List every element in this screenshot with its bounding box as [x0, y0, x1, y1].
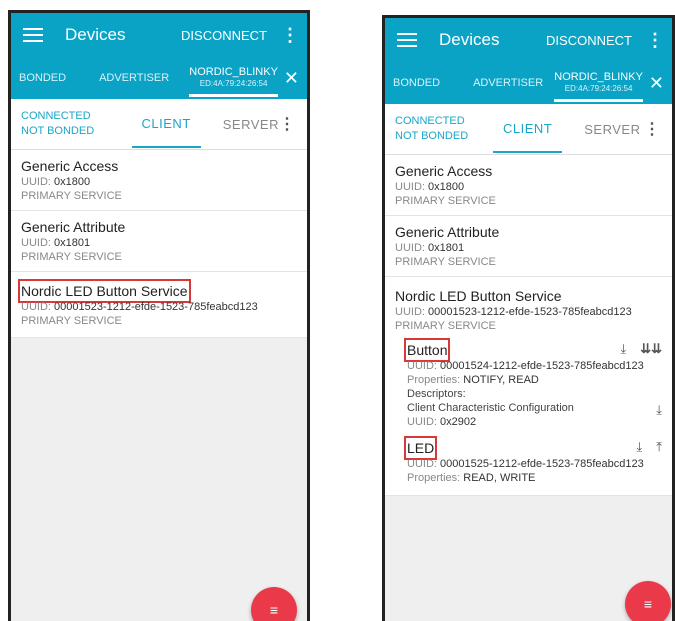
service-item[interactable]: Generic Attribute UUID: 0x1801 PRIMARY S… — [385, 216, 672, 277]
tab-device[interactable]: NORDIC_BLINKY ED:4A:79:24:26:54 — [554, 64, 643, 102]
service-name: Nordic LED Button Service — [18, 279, 191, 303]
overflow-menu-icon[interactable]: ⋮ — [644, 119, 660, 139]
upload-icon[interactable]: ⤒ — [656, 439, 662, 454]
characteristic-name: Button — [403, 338, 451, 362]
connection-bar: CONNECTED NOT BONDED CLIENT SERVER ⋮ — [11, 99, 307, 150]
tab-bonded[interactable]: BONDED — [19, 72, 66, 84]
descriptors-label: Descriptors: — [407, 388, 466, 400]
service-item[interactable]: Nordic LED Button Service UUID: 00001523… — [11, 272, 307, 338]
service-name: Generic Access — [21, 158, 119, 174]
service-type: PRIMARY SERVICE — [21, 251, 122, 263]
phone-screen-left: Devices DISCONNECT ⋮ BONDED ADVERTISER N… — [8, 10, 310, 621]
connection-bar: CONNECTED NOT BONDED CLIENT SERVER ⋮ — [385, 104, 672, 155]
service-name: Generic Access — [395, 163, 493, 179]
tab-client[interactable]: CLIENT — [131, 100, 201, 148]
service-item-expanded[interactable]: Nordic LED Button Service UUID: 00001523… — [385, 277, 672, 496]
properties-label: Properties: — [407, 472, 461, 484]
tab-advertiser[interactable]: ADVERTISER — [473, 77, 543, 89]
characteristic-uuid: 00001524-1212-efde-1523-785feabcd123 — [440, 360, 644, 372]
download-icon[interactable]: ⤓ — [637, 439, 643, 454]
connected-label: CONNECTED — [395, 115, 465, 127]
connection-status: CONNECTED NOT BONDED — [21, 109, 112, 139]
device-tabs: BONDED ADVERTISER NORDIC_BLINKY ED:4A:79… — [385, 62, 672, 104]
close-icon[interactable]: ✕ — [284, 68, 299, 89]
descriptor-name: Client Characteristic Configuration — [407, 402, 574, 414]
characteristic-properties: NOTIFY, READ — [463, 374, 539, 386]
characteristic-name: LED — [403, 436, 438, 460]
log-list-icon[interactable]: ≡ — [251, 587, 297, 621]
bond-state-label: NOT BONDED — [21, 125, 95, 137]
app-bar: Devices DISCONNECT ⋮ — [385, 18, 672, 62]
service-type: PRIMARY SERVICE — [21, 190, 122, 202]
device-name: NORDIC_BLINKY — [189, 66, 278, 78]
uuid-label: UUID: — [407, 416, 437, 428]
service-type: PRIMARY SERVICE — [395, 256, 496, 268]
service-name: Nordic LED Button Service — [395, 288, 562, 304]
download-icon[interactable]: ⤓ — [656, 403, 662, 417]
device-address: ED:4A:79:24:26:54 — [199, 79, 268, 88]
characteristic-item[interactable]: ⤓ ⇊⇊ Button UUID: 00001524-1212-efde-1523… — [395, 338, 662, 429]
uuid-label: UUID: — [21, 237, 51, 249]
uuid-label: UUID: — [21, 301, 51, 313]
device-tabs: BONDED ADVERTISER NORDIC_BLINKY ED:4A:79… — [11, 57, 307, 99]
phone-screen-right: Devices DISCONNECT ⋮ BONDED ADVERTISER N… — [382, 15, 675, 621]
overflow-menu-icon[interactable]: ⋮ — [646, 30, 664, 51]
connection-status: CONNECTED NOT BONDED — [395, 114, 487, 144]
notify-toggle-icon[interactable]: ⇊⇊ — [640, 341, 662, 356]
app-title: Devices — [65, 25, 126, 44]
connected-label: CONNECTED — [21, 110, 91, 122]
service-uuid: 00001523-1212-efde-1523-785feabcd123 — [428, 306, 632, 318]
characteristic-item[interactable]: ⤓ ⤒ LED UUID: 00001525-1212-efde-1523-785… — [395, 436, 662, 485]
log-list-icon[interactable]: ≡ — [625, 581, 671, 621]
overflow-menu-icon[interactable]: ⋮ — [279, 114, 295, 134]
service-item[interactable]: Generic Attribute UUID: 0x1801 PRIMARY S… — [11, 211, 307, 272]
service-type: PRIMARY SERVICE — [395, 320, 496, 332]
bond-state-label: NOT BONDED — [395, 130, 469, 142]
uuid-label: UUID: — [395, 242, 425, 254]
tab-device[interactable]: NORDIC_BLINKY ED:4A:79:24:26:54 — [189, 59, 278, 97]
service-name: Generic Attribute — [21, 219, 126, 235]
service-name: Generic Attribute — [395, 224, 500, 240]
hamburger-menu-icon[interactable] — [23, 24, 43, 46]
app-bar: Devices DISCONNECT ⋮ — [11, 13, 307, 57]
tab-bonded[interactable]: BONDED — [393, 77, 440, 89]
service-item[interactable]: Generic Access UUID: 0x1800 PRIMARY SERV… — [11, 150, 307, 211]
device-address: ED:4A:79:24:26:54 — [564, 84, 633, 93]
service-item[interactable]: Generic Access UUID: 0x1800 PRIMARY SERV… — [385, 155, 672, 216]
uuid-label: UUID: — [21, 176, 51, 188]
disconnect-button[interactable]: DISCONNECT — [181, 28, 267, 43]
service-uuid: 0x1801 — [428, 242, 465, 254]
service-uuid: 0x1800 — [54, 176, 91, 188]
service-uuid: 0x1800 — [428, 181, 465, 193]
descriptor-uuid: 0x2902 — [440, 416, 477, 428]
uuid-label: UUID: — [407, 458, 437, 470]
characteristic-properties: READ, WRITE — [463, 472, 536, 484]
device-name: NORDIC_BLINKY — [554, 71, 643, 83]
service-uuid: 00001523-1212-efde-1523-785feabcd123 — [54, 301, 258, 313]
tab-server[interactable]: SERVER — [584, 122, 640, 137]
uuid-label: UUID: — [407, 360, 437, 372]
uuid-label: UUID: — [395, 181, 425, 193]
characteristic-uuid: 00001525-1212-efde-1523-785feabcd123 — [440, 458, 644, 470]
uuid-label: UUID: — [395, 306, 425, 318]
service-uuid: 0x1801 — [54, 237, 91, 249]
tab-advertiser[interactable]: ADVERTISER — [99, 72, 169, 84]
overflow-menu-icon[interactable]: ⋮ — [281, 25, 299, 46]
service-type: PRIMARY SERVICE — [395, 195, 496, 207]
hamburger-menu-icon[interactable] — [397, 29, 417, 51]
app-title: Devices — [439, 30, 500, 49]
tab-client[interactable]: CLIENT — [493, 105, 563, 153]
service-type: PRIMARY SERVICE — [21, 315, 122, 327]
tab-server[interactable]: SERVER — [223, 117, 279, 132]
download-icon[interactable]: ⤓ — [620, 341, 626, 356]
close-icon[interactable]: ✕ — [649, 73, 664, 94]
disconnect-button[interactable]: DISCONNECT — [546, 33, 632, 48]
properties-label: Properties: — [407, 374, 461, 386]
